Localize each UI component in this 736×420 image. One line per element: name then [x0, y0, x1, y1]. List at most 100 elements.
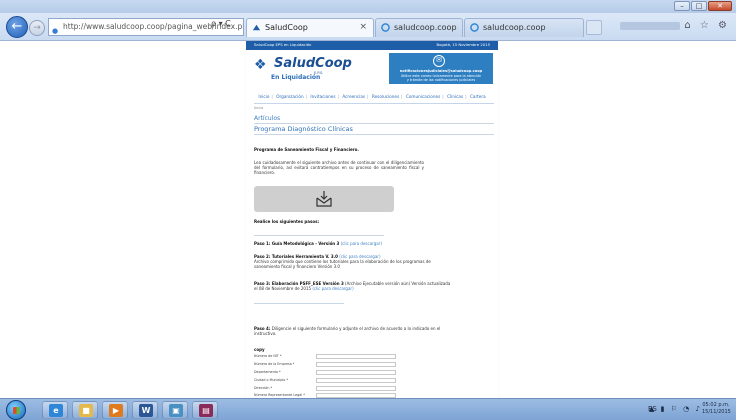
- clock[interactable]: 05:02 p.m. 15/11/2015: [702, 402, 731, 416]
- nav-item-acreencias[interactable]: Acreencias: [342, 94, 365, 99]
- site-topbar: SaludCoop EPS en Liquidación Bogotá, 15 …: [246, 41, 498, 50]
- step-4-description: Diligencie el siguiente formulario y adj…: [254, 326, 441, 337]
- page-viewport: SaludCoop EPS en Liquidación Bogotá, 15 …: [0, 41, 736, 398]
- winrar-icon: ▤: [199, 404, 213, 417]
- ie-icon: e: [49, 404, 63, 417]
- nav-item-resoluciones[interactable]: Resoluciones: [372, 94, 399, 99]
- maximize-button[interactable]: □: [691, 1, 707, 11]
- field-label: Departamento *: [254, 370, 281, 374]
- envelope-icon: ✉: [433, 55, 445, 67]
- download-file-button[interactable]: [254, 186, 394, 212]
- topbar-left-text: SaludCoop EPS en Liquidación: [254, 42, 312, 47]
- start-button[interactable]: [6, 400, 26, 420]
- field-label: Dirección *: [254, 386, 273, 390]
- folder-icon: ■: [79, 404, 93, 417]
- tab-close-icon[interactable]: ×: [359, 19, 367, 36]
- logo-mark-icon: ❖: [254, 57, 267, 73]
- taskbar-ie[interactable]: e: [42, 401, 68, 419]
- divider: [254, 123, 494, 124]
- step-4: Paso 4: Diligencie el siguiente formular…: [254, 326, 454, 336]
- address-actions[interactable]: ρ ▾ C: [211, 19, 231, 28]
- tab-saludcoop-coop-2[interactable]: saludcoop.coop: [464, 18, 584, 37]
- nit-input[interactable]: [316, 354, 396, 359]
- toolbar-icons[interactable]: ⌂ ☆ ⚙: [684, 20, 730, 31]
- forward-button[interactable]: →: [29, 20, 45, 36]
- divider: [254, 235, 384, 236]
- nav-item-comunicaciones[interactable]: Comunicaciones: [406, 94, 440, 99]
- tab-label: saludcoop.coop: [483, 23, 546, 32]
- notifications-banner[interactable]: ✉ notificacionesjudiciales@saludcoop.coo…: [389, 53, 493, 84]
- minimize-button[interactable]: –: [674, 1, 690, 11]
- windows-taskbar: e ■ ▶ W ▣ ▤ ES ▲ ▮ ⚐ ◔ ♪ 05:02 p.m. 15/1…: [0, 398, 736, 420]
- back-button[interactable]: ←: [6, 16, 28, 38]
- liquidacion-label: En Liquidación: [271, 74, 321, 81]
- nav-item-cartera[interactable]: Cartera: [470, 94, 486, 99]
- field-label: Número de NIT *: [254, 354, 282, 358]
- ie-page-icon: [470, 23, 479, 32]
- topbar-date: Bogotá, 15 Noviembre 2015: [436, 42, 490, 47]
- saludcoop-favicon-icon: [252, 24, 261, 31]
- section-title: Artículos: [254, 115, 281, 122]
- favorites-bar: [620, 22, 680, 30]
- word-icon: W: [139, 404, 153, 417]
- departamento-input[interactable]: [316, 370, 396, 375]
- step-2: Paso 2: Tutoriales Herramienta V. 3.0 (c…: [254, 254, 454, 270]
- divider: [254, 303, 344, 304]
- tab-saludcoop-coop-1[interactable]: saludcoop.coop: [375, 18, 463, 37]
- article-title: Programa Diagnóstico Clínicas: [254, 125, 353, 133]
- media-player-icon: ▶: [109, 404, 123, 417]
- webpage: SaludCoop EPS en Liquidación Bogotá, 15 …: [246, 41, 498, 398]
- network-icon: ▣: [169, 404, 183, 417]
- step-3: Paso 3: Elaboración PSFF_ESE Versión 3 (…: [254, 281, 454, 291]
- divider: [254, 134, 494, 135]
- step-1: Paso 1: Guía Metodológica - Versión 3 (c…: [254, 241, 454, 246]
- form-field-direccion: Dirección *: [254, 386, 434, 392]
- direccion-input[interactable]: [316, 386, 396, 391]
- form-title: copy: [254, 347, 265, 352]
- intro-text: Lea cuidadosamente el siguiente archivo …: [254, 160, 424, 176]
- field-label: Número Representante Legal *: [254, 393, 305, 397]
- site-favicon-icon: ●: [52, 27, 59, 35]
- nav-item-invitaciones[interactable]: Invitaciones: [310, 94, 335, 99]
- tab-label: SaludCoop: [265, 23, 308, 32]
- window-controls: – □ ✕: [674, 1, 732, 11]
- title-bar: – □ ✕: [0, 0, 736, 13]
- clock-date: 15/11/2015: [702, 409, 731, 415]
- nav-divider: [254, 103, 494, 104]
- form-field-ciudad: Ciudad o Municipio *: [254, 378, 434, 384]
- step-2-description: Archivo comprimido que contiene los tuto…: [254, 259, 431, 270]
- main-navigation: Inicio | Organización | Invitaciones | Acre…: [258, 94, 486, 99]
- steps-heading: Realice los siguientes pasos:: [254, 219, 320, 224]
- step-1-download-link[interactable]: (clic para descargar): [341, 241, 382, 246]
- taskbar-winrar[interactable]: ▤: [192, 401, 218, 419]
- logo-text: SaludCoop: [274, 56, 352, 71]
- empresa-input[interactable]: [316, 362, 396, 367]
- ciudad-input[interactable]: [316, 378, 396, 383]
- tab-saludcoop[interactable]: SaludCoop ×: [246, 18, 374, 37]
- field-label: Número de la Empresa *: [254, 362, 295, 366]
- new-tab-button[interactable]: [586, 20, 602, 35]
- system-tray[interactable]: ▲ ▮ ⚐ ◔ ♪: [649, 405, 702, 413]
- field-label: Ciudad o Municipio *: [254, 378, 289, 382]
- nav-item-clinicas[interactable]: Clínicas: [447, 94, 463, 99]
- taskbar-network[interactable]: ▣: [162, 401, 188, 419]
- taskbar-explorer[interactable]: ■: [72, 401, 98, 419]
- article-subtitle: Programa de Saneamiento Fiscal y Financi…: [254, 147, 359, 152]
- form-field-empresa: Número de la Empresa *: [254, 362, 434, 368]
- form-field-departamento: Departamento *: [254, 370, 434, 376]
- ie-page-icon: [381, 23, 390, 32]
- step-1-title: Paso 1: Guía Metodológica - Versión 3: [254, 241, 340, 246]
- form-field-nit: Número de NIT *: [254, 354, 434, 360]
- taskbar-media[interactable]: ▶: [102, 401, 128, 419]
- step-3-download-link[interactable]: (clic para descargar): [312, 286, 353, 291]
- breadcrumb[interactable]: Inicio: [254, 106, 263, 110]
- browser-toolbar: ← → ● http://www.saludcoop.coop/pagina_w…: [0, 13, 736, 41]
- tab-label: saludcoop.coop: [394, 23, 457, 32]
- nav-item-inicio[interactable]: Inicio: [258, 94, 269, 99]
- clock-time: 05:02 p.m.: [702, 402, 730, 408]
- nav-item-organizacion[interactable]: Organización: [276, 94, 303, 99]
- notice-line: y trámite de las notificaciones judicial…: [406, 78, 476, 82]
- notice-email[interactable]: notificacionesjudiciales@saludcoop.coop: [389, 69, 493, 73]
- close-button[interactable]: ✕: [708, 1, 732, 11]
- taskbar-word[interactable]: W: [132, 401, 158, 419]
